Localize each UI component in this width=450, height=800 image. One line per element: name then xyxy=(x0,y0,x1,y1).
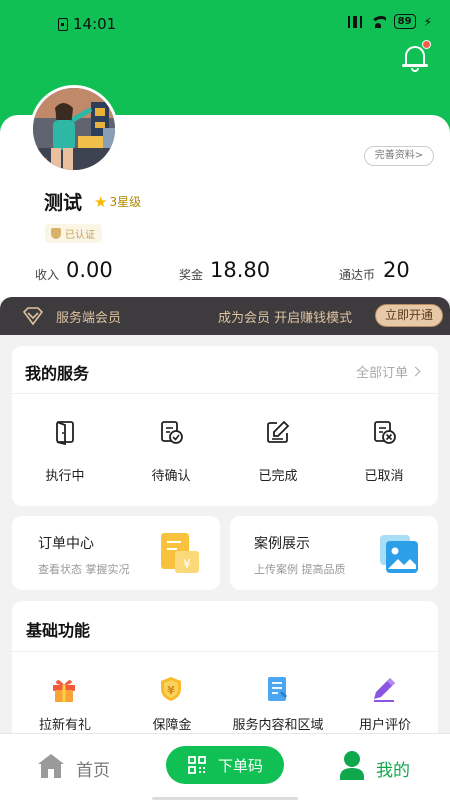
divider xyxy=(12,393,438,394)
member-banner[interactable]: 服务端会员 成为会员 开启赚钱模式 立即开通 xyxy=(0,297,450,335)
verified-label: 已认证 xyxy=(65,230,95,241)
stat-bonus-label: 奖金 xyxy=(179,268,204,282)
status-bar: 14:01 89 ⚡ xyxy=(0,0,450,48)
all-orders-label: 全部订单 xyxy=(356,366,409,381)
status-right: 89 ⚡ xyxy=(347,14,432,29)
status-time: 14:01 xyxy=(73,15,117,33)
wifi-icon xyxy=(369,15,386,28)
member-diamond-icon xyxy=(22,307,44,326)
complete-profile-button[interactable]: 完善资料> xyxy=(364,146,434,166)
order-center-title: 订单中心 xyxy=(38,536,94,552)
home-icon[interactable] xyxy=(37,752,65,780)
stat-coins-label: 通达币 xyxy=(339,268,376,282)
service-executing-label[interactable]: 执行中 xyxy=(25,465,105,484)
service-area-label[interactable]: 服务内容和区域 xyxy=(223,714,333,733)
verified-badge: 已认证 xyxy=(45,224,102,243)
edit-icon[interactable] xyxy=(265,419,291,445)
pencil-icon[interactable] xyxy=(370,675,398,703)
star-icon: ★ xyxy=(94,192,108,211)
star-level-label: 3星级 xyxy=(109,195,142,209)
document-icon[interactable] xyxy=(263,675,291,703)
all-orders-link[interactable]: 全部订单 xyxy=(356,362,421,381)
order-qr-label: 下单码 xyxy=(218,757,264,775)
invite-gift-label[interactable]: 拉新有礼 xyxy=(10,714,120,733)
my-services-title: 我的服务 xyxy=(25,364,90,383)
case-show-title: 案例展示 xyxy=(254,536,310,552)
bottom-tab-bar: 首页 下单码 我的 xyxy=(0,733,450,800)
stat-income-value[interactable]: 0.00 xyxy=(66,258,113,282)
clipboard-cancel-icon[interactable] xyxy=(371,419,397,445)
star-level-badge: ★ 3星级 xyxy=(94,193,141,210)
tab-me[interactable]: 我的 xyxy=(376,756,410,781)
charging-icon: ⚡ xyxy=(423,14,432,29)
battery-indicator: 89 xyxy=(393,14,416,29)
member-title: 服务端会员 xyxy=(56,311,122,326)
stat-bonus-value[interactable]: 18.80 xyxy=(210,258,270,282)
case-show-subtitle: 上传案例 提高品质 xyxy=(254,563,346,576)
deposit-label[interactable]: 保障金 xyxy=(117,714,227,733)
open-membership-button[interactable]: 立即开通 xyxy=(375,304,443,327)
qr-code-icon xyxy=(188,756,206,774)
vibrate-icon xyxy=(347,15,362,28)
clipboard-check-icon[interactable] xyxy=(158,419,184,445)
basic-functions-title: 基础功能 xyxy=(26,621,91,640)
chevron-right-icon xyxy=(410,366,421,377)
sim-icon xyxy=(58,17,68,31)
service-cancelled-label[interactable]: 已取消 xyxy=(344,465,424,484)
tab-home[interactable]: 首页 xyxy=(76,756,110,781)
service-pending-label[interactable]: 待确认 xyxy=(131,465,211,484)
user-icon[interactable] xyxy=(338,750,366,780)
notification-dot xyxy=(422,40,431,49)
divider xyxy=(12,651,438,652)
status-left: 14:01 xyxy=(58,15,116,33)
stat-coins-value[interactable]: 20 xyxy=(383,258,410,282)
svg-text:¥: ¥ xyxy=(167,684,175,697)
stat-income-label: 收入 xyxy=(35,268,60,282)
verified-shield-icon xyxy=(51,228,61,239)
svg-text:¥: ¥ xyxy=(183,557,191,571)
door-icon[interactable] xyxy=(52,419,78,445)
member-promo: 成为会员 开启赚钱模式 xyxy=(218,311,353,326)
order-qr-button[interactable]: 下单码 xyxy=(166,746,284,784)
username: 测试 xyxy=(44,192,83,214)
notification-bell-icon[interactable] xyxy=(402,40,431,72)
gift-icon[interactable] xyxy=(50,675,78,703)
shield-yen-icon[interactable]: ¥ xyxy=(157,675,185,703)
service-completed-label[interactable]: 已完成 xyxy=(238,465,318,484)
order-center-subtitle: 查看状态 掌握实况 xyxy=(38,563,130,576)
order-document-icon: ¥ xyxy=(161,533,199,573)
image-gallery-icon xyxy=(380,535,418,573)
user-review-label[interactable]: 用户评价 xyxy=(330,714,440,733)
avatar[interactable] xyxy=(30,85,118,173)
